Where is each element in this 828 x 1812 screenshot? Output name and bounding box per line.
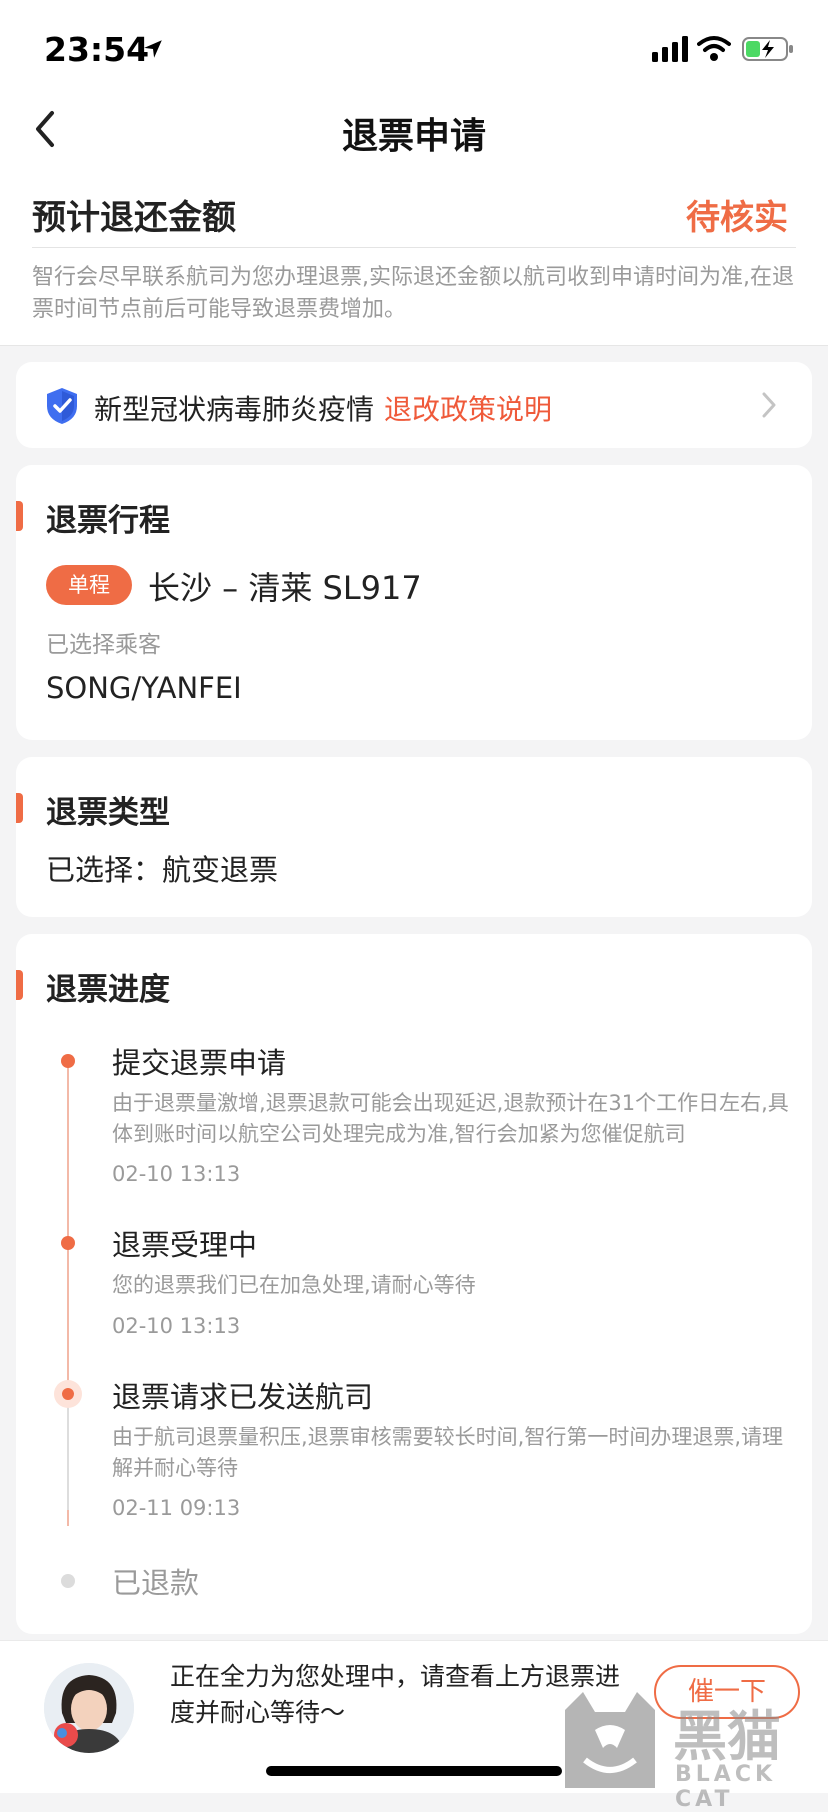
section-accent-bar	[16, 501, 23, 531]
section-title-progress: 退票进度	[46, 972, 170, 1008]
flight-route: 长沙 – 清莱 SL917	[148, 569, 422, 607]
section-accent-bar	[16, 793, 23, 823]
home-indicator[interactable]	[266, 1766, 562, 1776]
page-title: 退票申请	[341, 116, 486, 157]
section-accent-bar	[16, 970, 23, 1000]
processing-message: 正在全力为您处理中，请查看上方退票进度并耐心等待～	[170, 1662, 621, 1727]
header-section: 23:54 退票申请 预计退还金额 待核实 智行会尽早联系航司为您办理退票,实际…	[0, 0, 828, 346]
covid-label: 新型冠状病毒肺炎疫情	[94, 393, 375, 426]
estimated-refund-label: 预计退还金额	[32, 198, 236, 238]
refund-trip-card: 退票行程 单程 长沙 – 清莱 SL917 已选择乘客 SONG/YANFEI	[16, 465, 812, 740]
agent-avatar	[44, 1663, 134, 1753]
policy-link[interactable]: 退改政策说明	[384, 393, 552, 426]
step-time: 02-10 13:13	[112, 1162, 241, 1186]
location-arrow-icon	[144, 40, 162, 58]
status-bar: 23:54	[0, 0, 828, 95]
urge-button[interactable]: 催一下	[654, 1665, 800, 1719]
timeline-dot	[61, 1054, 75, 1068]
section-title-type: 退票类型	[46, 795, 170, 831]
timeline-line-pending	[67, 1400, 69, 1510]
step-title: 退票请求已发送航司	[112, 1380, 374, 1414]
step-title: 提交退票申请	[112, 1046, 287, 1080]
refund-type-value: 已选择：航变退票	[46, 853, 279, 887]
passenger-label: 已选择乘客	[46, 632, 161, 658]
divider	[32, 247, 796, 248]
agent-avatar-image	[44, 1663, 134, 1753]
step-time: 02-11 09:13	[112, 1496, 241, 1520]
shield-check-icon	[47, 388, 77, 424]
step-desc: 由于退票量激增,退票退款可能会出现延迟,退款预计在31个工作日左右,具体到账时间…	[112, 1091, 789, 1146]
step-title: 退票受理中	[112, 1228, 258, 1262]
refund-type-card: 退票类型 已选择：航变退票	[16, 757, 812, 917]
refund-progress-card: 退票进度 提交退票申请 由于退票量激增,退票退款可能会出现延迟,退款预计在31个…	[16, 934, 812, 1634]
chevron-right-icon[interactable]	[760, 390, 778, 420]
battery-charging-icon	[742, 37, 793, 61]
timeline-dot	[61, 1236, 75, 1250]
step-desc: 您的退票我们已在加急处理,请耐心等待	[112, 1273, 476, 1297]
step-title: 已退款	[112, 1566, 200, 1600]
one-way-badge: 单程	[46, 565, 132, 605]
timeline-dot-pending	[61, 1574, 75, 1588]
timeline-dot	[62, 1388, 74, 1400]
covid-policy-banner[interactable]: 新型冠状病毒肺炎疫情 退改政策说明	[16, 362, 812, 448]
step-desc: 由于航司退票量积压,退票审核需要较长时间,智行第一时间办理退票,请理解并耐心等待	[112, 1425, 784, 1480]
step-time: 02-10 13:13	[112, 1314, 241, 1338]
covid-text: 新型冠状病毒肺炎疫情 退改政策说明	[94, 388, 552, 428]
estimated-refund-status: 待核实	[686, 198, 788, 238]
passenger-name: SONG/YANFEI	[46, 671, 242, 705]
cellular-signal-icon	[652, 36, 688, 62]
section-title-trip: 退票行程	[46, 503, 170, 539]
refund-notice: 智行会尽早联系航司为您办理退票,实际退还金额以航司收到申请时间为准,在退票时间节…	[32, 265, 794, 322]
wifi-icon	[697, 36, 731, 61]
nav-bar: 退票申请	[0, 95, 828, 165]
status-time: 23:54	[44, 30, 150, 69]
